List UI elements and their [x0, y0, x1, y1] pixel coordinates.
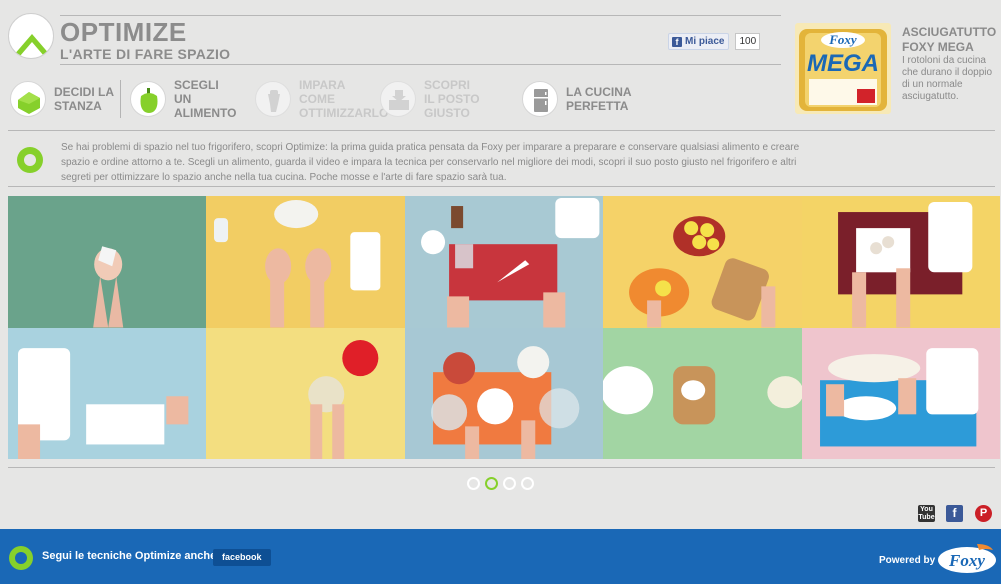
food-tile[interactable] [801, 327, 1000, 459]
step-label-line1: SCOPRI [424, 78, 471, 92]
grid-bottom-divider [8, 467, 995, 468]
subtitle-divider [60, 64, 781, 65]
nav-divider [120, 80, 121, 118]
fridge-icon [522, 81, 558, 117]
powered-by-label: Powered by [879, 555, 936, 566]
step-label-line1: DECIDI LA [54, 85, 114, 99]
pager [467, 477, 534, 490]
pager-dot-1[interactable] [467, 477, 480, 490]
header-divider [60, 15, 781, 16]
pager-dot-2[interactable] [485, 477, 498, 490]
intro-text: Se hai problemi di spazio nel tuo frigor… [61, 142, 800, 183]
step-label-line1: IMPARA COME [299, 78, 345, 106]
step-label-line1: LA CUCINA [566, 85, 632, 99]
drawer-icon [380, 81, 416, 117]
like-label: Mi piace [685, 36, 725, 47]
step-decidi-la-stanza[interactable]: DECIDI LA STANZA [10, 79, 134, 119]
step-scopri-il-posto-giusto: SCOPRI IL POSTO GIUSTO [380, 78, 504, 120]
facebook-icon[interactable]: f [946, 505, 963, 522]
product-title[interactable]: ASCIUGATUTTO FOXY MEGA [902, 25, 997, 55]
step-label-line2: OTTIMIZZARLO [299, 106, 389, 120]
step-label-line2: STANZA [54, 99, 102, 113]
food-grid [8, 196, 1000, 459]
food-tile[interactable] [404, 196, 604, 328]
product-description: I rotoloni da cucina che durano il doppi… [902, 55, 993, 102]
food-tile[interactable] [801, 196, 1000, 328]
food-tile[interactable] [206, 196, 405, 328]
footer-follow-text: Segui le tecniche Optimize anche su [42, 550, 233, 562]
optimize-logo-icon[interactable] [8, 13, 54, 59]
page-title: OPTIMIZE [60, 17, 187, 47]
pepper-icon [130, 81, 166, 117]
step-label-line2: PERFETTA [566, 99, 629, 113]
food-tile[interactable] [206, 327, 405, 459]
footer-bullet-icon [9, 546, 33, 570]
pinterest-icon[interactable]: P [975, 505, 992, 522]
step-label-line2: IL POSTO GIUSTO [424, 92, 480, 120]
food-tile[interactable] [404, 327, 604, 459]
product-image[interactable]: Foxy MEGA [795, 23, 891, 114]
svg-text:Foxy: Foxy [828, 32, 857, 47]
pager-dot-3[interactable] [503, 477, 516, 490]
pager-dot-4[interactable] [521, 477, 534, 490]
nav-bottom-divider [8, 130, 995, 131]
food-tile[interactable] [603, 327, 802, 459]
footer-facebook-button[interactable]: facebook [213, 549, 271, 566]
like-button[interactable]: f Mi piace [668, 33, 730, 50]
food-tile[interactable] [8, 327, 207, 459]
intro-bottom-divider [8, 186, 995, 187]
intro-bullet-icon [17, 147, 43, 173]
step-impara-come-ottimizzarlo: IMPARA COME OTTIMIZZARLO [255, 78, 389, 120]
svg-text:Foxy: Foxy [948, 551, 985, 570]
page-subtitle: L'ARTE DI FARE SPAZIO [60, 46, 231, 62]
svg-text:MEGA: MEGA [807, 50, 879, 77]
step-scegli-un-alimento[interactable]: SCEGLI UN ALIMENTO [130, 78, 254, 120]
step-la-cucina-perfetta[interactable]: LA CUCINA PERFETTA [522, 79, 646, 119]
like-count: 100 [735, 33, 761, 50]
house-icon [10, 81, 46, 117]
food-tile[interactable] [8, 196, 207, 328]
step-label-line1: SCEGLI [174, 78, 219, 92]
food-tile[interactable] [603, 196, 802, 328]
youtube-icon[interactable]: You Tube [918, 505, 935, 522]
hand-icon [255, 81, 291, 117]
step-label-line2: UN ALIMENTO [174, 92, 237, 120]
footer: Segui le tecniche Optimize anche su face… [0, 529, 1001, 584]
foxy-logo-icon[interactable]: Foxy [937, 542, 997, 574]
facebook-icon: f [672, 36, 682, 47]
facebook-like[interactable]: f Mi piace 100 [668, 33, 761, 50]
